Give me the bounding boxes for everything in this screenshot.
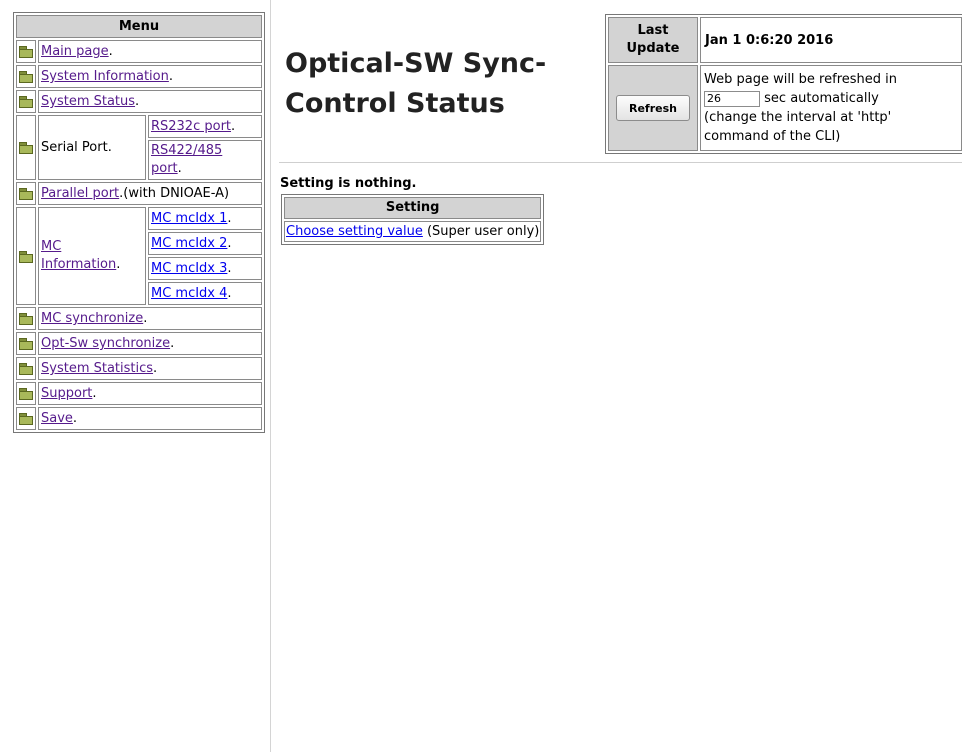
folder-icon [19,188,33,200]
page-title: Optical-SW Sync- Control Status [285,48,547,119]
menu-row-system-statistics: System Statistics. [16,357,262,380]
rs232c-port-link[interactable]: RS232c port [151,119,231,134]
mc-synchronize-link[interactable]: MC synchronize [41,311,143,326]
mc-information-link[interactable]: MC Information [41,239,116,272]
folder-icon [19,96,33,108]
mc-mcidx-4-link[interactable]: MC mcIdx 4 [151,286,227,301]
system-information-link[interactable]: System Information [41,69,169,84]
folder-icon [19,338,33,350]
mc-mcidx-2-link[interactable]: MC mcIdx 2 [151,236,227,251]
folder-icon [19,388,33,400]
menu-header: Menu [16,15,262,38]
super-user-note: (Super user only) [426,224,540,239]
support-link[interactable]: Support [41,386,92,401]
system-statistics-link[interactable]: System Statistics [41,361,153,376]
menu-row-system-information: System Information. [16,65,262,88]
menu-frame: Menu Main page. System Information. Syst… [0,0,271,752]
menu-row-opt-sw-synchronize: Opt-Sw synchronize. [16,332,262,355]
refresh-info: Web page will be refreshed in sec automa… [700,65,962,151]
folder-icon [19,250,33,263]
last-update-table: Last Update Jan 1 0:6:20 2016 Refresh Web… [605,14,962,154]
folder-icon [19,71,33,83]
menu-row-main-page: Main page. [16,40,262,63]
setting-status-text: Setting is nothing. [280,176,417,191]
menu-row-serial-port: Serial Port. RS232c port. [16,115,262,180]
folder-icon [19,313,33,325]
divider [279,162,962,163]
save-link[interactable]: Save [41,411,73,426]
choose-setting-value-link[interactable]: Choose setting value [286,224,423,239]
menu-row-parallel-port: Parallel port.(with DNIOAE-A) [16,182,262,205]
folder-icon [19,46,33,58]
menu-table: Menu Main page. System Information. Syst… [13,12,265,433]
mc-mcidx-3-link[interactable]: MC mcIdx 3 [151,261,227,276]
setting-table: Setting Choose setting value (Super user… [281,194,545,245]
system-status-link[interactable]: System Status [41,94,135,109]
parallel-port-link[interactable]: Parallel port [41,186,119,201]
menu-row-mc-synchronize: MC synchronize. [16,307,262,330]
menu-row-save: Save. [16,407,262,430]
menu-row-system-status: System Status. [16,90,262,113]
folder-icon [19,413,33,425]
setting-header: Setting [284,197,542,219]
mc-mcidx-1-link[interactable]: MC mcIdx 1 [151,211,227,226]
folder-icon [19,142,33,154]
menu-row-support: Support. [16,382,262,405]
opt-sw-synchronize-link[interactable]: Opt-Sw synchronize [41,336,170,351]
refresh-button[interactable]: Refresh [616,95,690,121]
rs422-485-port-link[interactable]: RS422/485 port [151,143,222,176]
folder-icon [19,363,33,375]
menu-row-mc-information: MC Information. MC mcIdx 1. [16,207,262,305]
main-page-link[interactable]: Main page [41,44,109,59]
last-update-label: Last Update [608,17,698,63]
serial-port-label: Serial Port. [38,115,146,180]
refresh-interval-input[interactable] [704,90,760,107]
content-frame: Optical-SW Sync- Control Status Last Upda… [272,0,962,752]
last-update-value: Jan 1 0:6:20 2016 [700,17,962,63]
